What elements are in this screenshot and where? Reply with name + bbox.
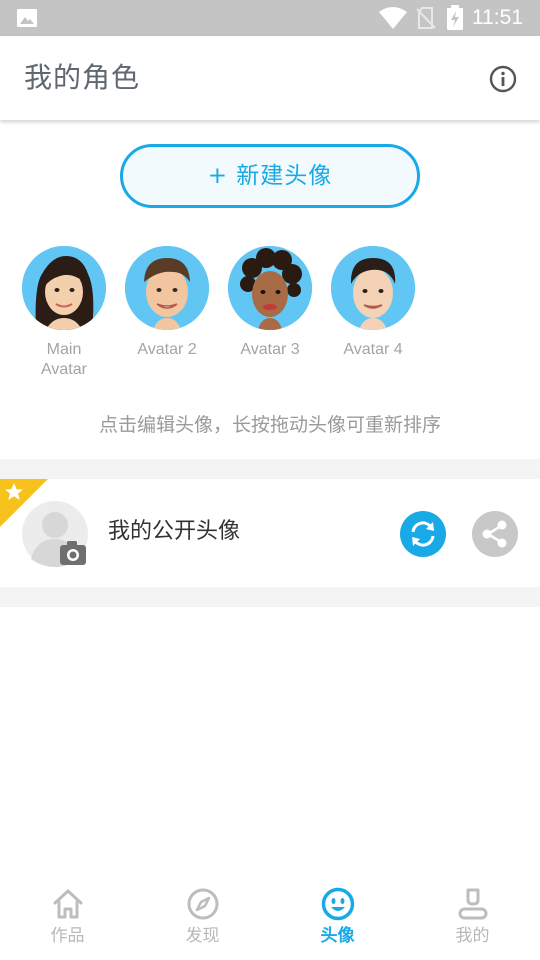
new-avatar-button-label: + 新建头像 bbox=[207, 163, 333, 189]
sync-button[interactable] bbox=[400, 511, 446, 557]
avatar-item-main[interactable]: Main Avatar bbox=[12, 246, 116, 380]
compass-icon bbox=[187, 888, 218, 920]
public-avatar-row[interactable]: 我的公开头像 bbox=[0, 479, 540, 587]
avatar-3-label: Avatar 3 bbox=[240, 341, 300, 358]
nav-item-me[interactable]: 我的 bbox=[405, 886, 540, 956]
avatar-item-2[interactable]: Avatar 2 bbox=[115, 246, 219, 360]
avatar-list: Main Avatar Avatar 2 Avatar 3 Avatar 4 bbox=[0, 246, 540, 386]
camera-icon[interactable] bbox=[22, 501, 88, 567]
info-icon[interactable] bbox=[489, 65, 517, 93]
nav-label-discover: 发现 bbox=[185, 926, 220, 946]
bottom-nav: 作品 发现 头像 我的 bbox=[0, 880, 540, 960]
avatar-main-label: Main Avatar bbox=[41, 341, 87, 378]
avatar-item-3[interactable]: Avatar 3 bbox=[218, 246, 322, 360]
nav-item-discover[interactable]: 发现 bbox=[135, 886, 270, 956]
avatar-main-image bbox=[22, 246, 106, 330]
new-avatar-button[interactable]: + 新建头像 bbox=[120, 144, 420, 208]
nav-label-works: 作品 bbox=[50, 926, 85, 946]
section-divider-bottom bbox=[0, 587, 540, 607]
smiley-icon bbox=[321, 887, 354, 921]
avatar-2-image bbox=[125, 246, 209, 330]
home-icon bbox=[53, 889, 82, 919]
avatar-item-4[interactable]: Avatar 4 bbox=[321, 246, 425, 360]
app-bar: 我的角色 bbox=[0, 36, 540, 120]
status-time: 11:51 bbox=[472, 6, 523, 29]
page-title: 我的角色 bbox=[24, 61, 141, 94]
avatar-4-label: Avatar 4 bbox=[343, 341, 403, 358]
share-icon bbox=[482, 520, 507, 548]
nav-item-avatar[interactable]: 头像 bbox=[270, 886, 405, 956]
avatar-3-image bbox=[228, 246, 312, 330]
battery-charging-icon bbox=[447, 5, 463, 30]
gallery-icon bbox=[17, 9, 37, 27]
section-divider bbox=[0, 459, 540, 479]
public-avatar-name: 我的公开头像 bbox=[108, 519, 241, 544]
nav-label-avatar: 头像 bbox=[320, 926, 355, 946]
avatar-4-image bbox=[331, 246, 415, 330]
nav-item-works[interactable]: 作品 bbox=[0, 886, 135, 956]
sync-icon bbox=[411, 521, 435, 547]
nav-label-me: 我的 bbox=[455, 926, 490, 946]
share-button[interactable] bbox=[472, 511, 518, 557]
status-bar: 11:51 bbox=[0, 0, 540, 36]
reorder-hint: 点击编辑头像，长按拖动头像可重新排序 bbox=[98, 414, 441, 436]
person-icon bbox=[458, 888, 487, 920]
wifi-icon bbox=[379, 7, 407, 29]
no-sim-icon bbox=[416, 7, 436, 29]
avatar-2-label: Avatar 2 bbox=[137, 341, 197, 358]
